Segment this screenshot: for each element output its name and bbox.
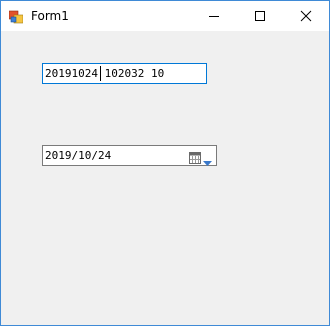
- close-button[interactable]: [283, 1, 329, 31]
- window-title: Form1: [31, 9, 69, 23]
- date-picker-value: 2019/10/24: [45, 149, 112, 162]
- text-input-value: 20191024 102032 10: [45, 67, 165, 80]
- minimize-button[interactable]: [191, 1, 237, 31]
- form-app-icon[interactable]: [8, 9, 24, 24]
- text-caret: [100, 66, 101, 81]
- text-input[interactable]: 20191024 102032 10: [42, 63, 207, 84]
- maximize-button[interactable]: [237, 1, 283, 31]
- chevron-down-icon: [203, 152, 212, 171]
- date-picker[interactable]: 2019/10/24: [42, 145, 217, 166]
- calendar-icon: [189, 149, 201, 168]
- date-picker-dropdown-button[interactable]: [187, 147, 215, 166]
- form1-window: Form1 20191024 102032 10 2019/10/24: [0, 0, 330, 326]
- title-bar[interactable]: Form1: [1, 1, 329, 31]
